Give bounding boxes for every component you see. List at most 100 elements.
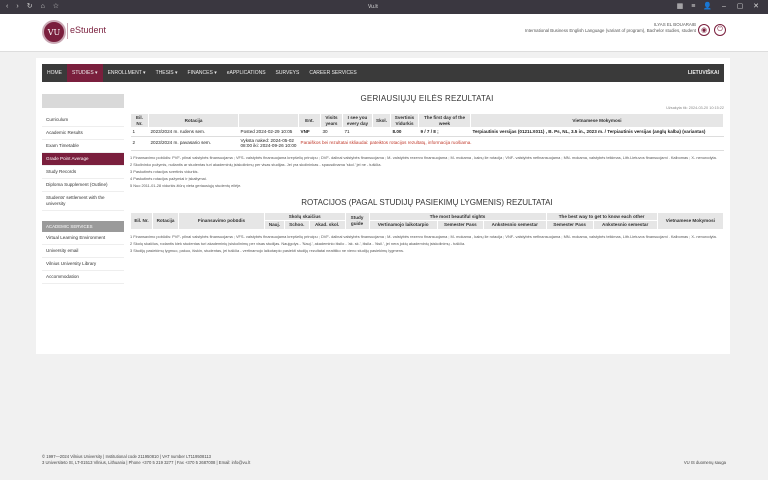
sidebar-header <box>42 94 124 108</box>
sidebar-item-exam-timetable[interactable]: Exam Timetable <box>42 140 124 153</box>
col-no: Eil. Nr. <box>130 113 149 128</box>
sidebar-item-library[interactable]: Vilnius University Library <box>42 258 124 271</box>
col-sub: Semester Pass <box>436 220 484 230</box>
col-every-day: I see you every day <box>342 113 373 128</box>
col-sub: Ankstesnio semestar <box>482 220 547 230</box>
col-sub: Vertinamojo laikotarpio <box>368 220 438 230</box>
data-privacy-link[interactable]: VU IS duomenų sauga <box>684 460 726 465</box>
home-icon[interactable]: ⌂ <box>41 3 45 10</box>
col-study-guide: Study guide <box>344 211 370 230</box>
col-week: The first day of the week <box>418 113 471 128</box>
menu-surveys[interactable]: SURVEYS <box>271 64 305 82</box>
browser-chrome: ‹ › ↻ ⌂ ☆ Vu.lt ▦ ≡ 👤 – ▢ ✕ <box>0 0 768 14</box>
table-row: 1 2023/2024 m. rudens sem. Posted 2024-0… <box>130 127 724 137</box>
user-icon[interactable]: ◉ <box>698 24 710 36</box>
col-sub: Ankstesnio semestar <box>592 220 658 230</box>
browser-nav: ‹ › ↻ ⌂ ☆ <box>6 3 59 10</box>
menu-studies[interactable]: STUDIES ▾ <box>67 64 103 82</box>
col-debts: Skolų skaičius <box>264 211 346 221</box>
table-row: 2 2023/2024 m. pavasario sem. Vyksta nak… <box>130 136 724 151</box>
menu-career-services[interactable]: CAREER SERVICES <box>304 64 361 82</box>
col-rotation: Rotacija <box>148 113 239 128</box>
sidebar-item-vle[interactable]: Virtual Learning Environment <box>42 232 124 245</box>
footnotes-ranking: 1 Finansavimo pobūdis: PVF- pilnai valst… <box>130 155 724 188</box>
cell-rotation: 2023/2024 m. pavasario sem. <box>148 136 239 151</box>
cell-every-day: 71 <box>342 127 373 137</box>
footer-line-2: 3 Universiteto St, LT-01513 Vilnius, Lit… <box>42 459 251 465</box>
logout-icon[interactable]: ⏻ <box>714 24 726 36</box>
sidebar: Curriculum Academic Results Exam Timetab… <box>42 94 124 284</box>
browser-right: ▦ ≡ 👤 – ▢ ✕ <box>677 2 760 11</box>
cell-avg: 8.00 <box>390 127 419 137</box>
col-sub: Schoo. <box>283 220 310 230</box>
cell-dates: Posted 2024-02-29 10:05 <box>238 127 299 137</box>
university-logo[interactable]: VU <box>42 20 66 44</box>
menu-home[interactable]: HOME <box>42 64 67 82</box>
col-avg: Svertinis Vidurkis <box>390 113 419 128</box>
col-best-way: The best way to get to know each other <box>545 211 658 221</box>
footnote: 4 Paskutinės rotacijos pažymiai ir įskai… <box>130 175 207 181</box>
user-info: ILYAS EL BOUARAIB International Business… <box>525 22 696 34</box>
menu-eapplications[interactable]: eAPPLICATIONS <box>222 64 271 82</box>
col-ent: Ent. <box>298 113 321 128</box>
back-icon[interactable]: ‹ <box>6 3 8 10</box>
cell-week: 9 / 7 / 8 ; <box>418 127 471 137</box>
col-rotation: Rotacija <box>152 211 179 230</box>
reload-icon[interactable]: ↻ <box>27 3 33 10</box>
cell-status-message: Paraiškos bei rezultatai skliaudai: pate… <box>298 136 724 151</box>
menu-enrollment[interactable]: ENROLLMENT ▾ <box>103 64 151 82</box>
menu-icon[interactable]: ≡ <box>691 3 695 10</box>
sidebar-item-academic-results[interactable]: Academic Results <box>42 127 124 140</box>
col-funding: Finansavimo pobūdis <box>178 211 265 230</box>
sidebar-item-settlement[interactable]: Students' settlement with the university <box>42 192 124 211</box>
main-menu: HOME STUDIES ▾ ENROLLMENT ▾ THESIS ▾ FIN… <box>42 64 724 82</box>
cell-ent: VNF <box>298 127 321 137</box>
footnotes-rotations: 1 Finansavimo pobūdis: PVF- pilnai valst… <box>130 234 724 253</box>
menu-thesis[interactable]: THESIS ▾ <box>151 64 183 82</box>
profile-icon[interactable]: 👤 <box>703 2 712 10</box>
cell-rotation: 2023/2024 m. rudens sem. <box>148 127 239 137</box>
forward-icon[interactable]: › <box>16 3 18 10</box>
sidebar-item-diploma-supplement[interactable]: Diploma Supplement (Outline) <box>42 179 124 192</box>
brand-name[interactable]: eStudent <box>70 25 106 35</box>
footnote: 5 Nuo 2011-01-28 vidurkis žiūrų vieta ge… <box>130 182 242 188</box>
sidebar-item-accommodation[interactable]: Accommodation <box>42 271 124 284</box>
cell-no: 1 <box>130 127 149 137</box>
main-container: HOME STUDIES ▾ ENROLLMENT ▾ THESIS ▾ FIN… <box>36 58 730 354</box>
col-sights: The most beautiful sights <box>368 211 547 221</box>
section-title-ranking: GERIAUSIŲJŲ EILĖS REZULTATAI <box>360 94 494 103</box>
language-switch[interactable]: LIETUVIŠKAI <box>683 64 724 82</box>
table-header-row: Eil. Nr. Rotacija Ent. Visits years I se… <box>130 113 724 128</box>
content: GERIAUSIŲJŲ EILĖS REZULTATAI Užsakyta ti… <box>130 94 725 255</box>
col-sub: Semester Pass <box>545 220 594 230</box>
table-header-row: Eil. Nr. Rotacija Finansavimo pobūdis Sk… <box>130 211 725 230</box>
footnote: 1 Finansavimo pobūdis: PVF- pilnai valst… <box>130 233 717 239</box>
menu-finances[interactable]: FINANCES ▾ <box>183 64 222 82</box>
site-footer: © 1997—2024 Vilnius University | Institu… <box>42 454 250 465</box>
section-title-rotations: ROTACIJOS (PAGAL STUDIJŲ PASIEKIMŲ LYGME… <box>301 197 553 207</box>
sidebar-item-curriculum[interactable]: Curriculum <box>42 114 124 127</box>
close-button[interactable]: ✕ <box>752 2 760 10</box>
bookmark-icon[interactable]: ☆ <box>53 3 59 10</box>
extensions-icon[interactable]: ▦ <box>677 2 684 10</box>
footnote: 3 Paskutinės rotacijos svertinis vidurki… <box>130 168 199 174</box>
footnote: 2 Skolininko požymis, nuliantis ar stude… <box>130 161 382 167</box>
brand-divider <box>67 23 68 39</box>
page: VU eStudent ILYAS EL BOUARAIB Internatio… <box>0 14 768 480</box>
maximize-button[interactable]: ▢ <box>736 2 744 10</box>
ranking-table: Eil. Nr. Rotacija Ent. Visits years I se… <box>130 113 724 151</box>
minimize-button[interactable]: – <box>720 3 728 10</box>
sidebar-item-email[interactable]: University email <box>42 245 124 258</box>
user-program: International Business English Language … <box>524 28 696 33</box>
col-visits: Visits years <box>320 113 343 128</box>
sidebar-item-study-records[interactable]: Study Records <box>42 166 124 179</box>
tab-title: Vu.lt <box>368 4 378 10</box>
cell-program: Terpiautinis versijas (0121LX011) , B. P… <box>470 127 724 137</box>
cell-skol <box>372 127 391 137</box>
col-skol: Skol. <box>372 113 391 128</box>
col-program: Vietnamese Mokymosi <box>656 211 725 230</box>
sidebar-item-grade-point-average[interactable]: Grade Point Average <box>42 153 124 166</box>
cell-no: 2 <box>130 136 149 151</box>
timestamp: Užsakyta tik: 2024-03-20 10:15:22 <box>666 106 724 110</box>
site-header: VU eStudent ILYAS EL BOUARAIB Internatio… <box>0 14 768 52</box>
